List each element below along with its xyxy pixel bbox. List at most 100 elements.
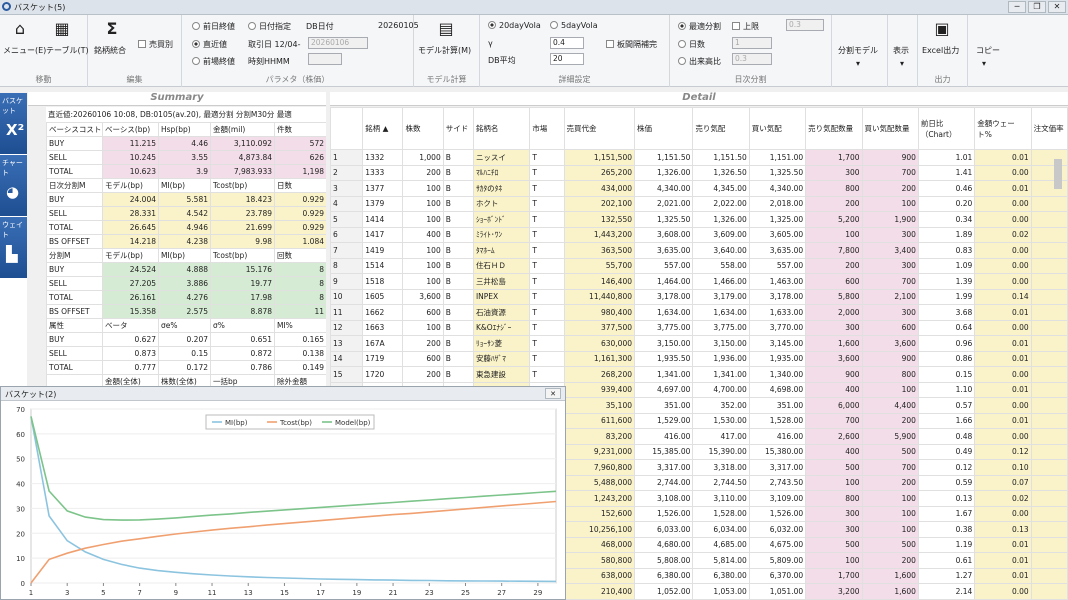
summary-row[interactable]: TOTAL 26.161 4.276 17.98 8 [46,290,326,305]
table-row[interactable]: 6 1417 400 B ﾐﾗｲﾄ･ﾜﾝ T 1,443,200 3,608.00 3,609.… [330,226,1068,243]
table-row[interactable]: 14 1719 600 B 安藤ﾊｻﾞﾏ T 1,161,300 1,935.50 1,936.… [330,350,1068,367]
table-cell: 4,700.00 [692,381,750,398]
column-header[interactable]: 売り気配数量 [805,107,863,150]
column-header[interactable]: 株価 [633,107,694,150]
board-checkbox[interactable]: 板間隔補完 [606,39,657,50]
table-row[interactable]: 13 167A 200 B ﾘｮｰｻﾝ菱 T 630,000 3,150.00 3,150.00… [330,335,1068,352]
dbavg-select[interactable]: 20 [550,53,584,65]
table-cell: 0.01 [974,180,1032,197]
summary-cell: 0.207 [158,332,211,347]
table-row[interactable]: 5 1414 100 B ｼｮｰﾎﾞﾝﾄﾞ T 132,550 1,325.50 1,326.0… [330,211,1068,228]
upper-input[interactable]: 0.3 [786,19,824,31]
optimal-radio[interactable]: 最適分割 [678,21,721,32]
model-calc-button[interactable]: モデル計算(M) [418,45,471,56]
prev-open-radio[interactable]: 前場終値 [192,56,235,67]
table-cell: 1,600 [861,583,919,600]
merge-button[interactable]: 銘柄統合 [94,45,126,56]
column-header[interactable]: 売り気配 [692,107,750,150]
table-row[interactable]: 10 1605 3,600 B INPEX T 11,440,800 3,178.00 3,17… [330,288,1068,305]
table-cell: 202,100 [563,195,636,212]
table-cell: 1.67 [917,505,976,522]
days-input[interactable]: 1 [732,37,772,49]
column-header[interactable]: 市場 [529,107,565,150]
column-header[interactable]: 銘柄 ▲ [362,107,404,150]
prev-close-radio[interactable]: 前日終値 [192,21,235,32]
column-header[interactable]: サイド [442,107,474,150]
table-cell: 0.00 [974,428,1032,445]
table-row[interactable]: 7 1419 100 B ﾀﾏﾎｰﾑ T 363,500 3,635.00 3,640.00 3,… [330,242,1068,259]
summary-row[interactable]: BUY 0.627 0.207 0.651 0.165 [46,332,326,347]
table-row[interactable]: 8 1514 100 B 住石ＨＤ T 55,700 557.00 558.00 557.00 20… [330,257,1068,274]
table-row[interactable]: 3 1377 100 B ｻｶﾀのﾀﾈ T 434,000 4,340.00 4,345.00 4… [330,180,1068,197]
copy-button[interactable]: コピー [976,45,1000,56]
summary-cell: 0.929 [274,206,326,221]
table-row[interactable]: 2 1333 200 B ﾏﾙﾊﾆﾁﾛ T 265,200 1,326.00 1,326.50 1… [330,164,1068,181]
days-radio[interactable]: 日数 [678,39,705,50]
table-cell: 146,400 [563,273,636,290]
column-header[interactable]: 銘柄名 [472,107,531,150]
short-checkbox[interactable]: 売買別 [138,39,173,50]
summary-row[interactable]: BUY 11.215 4.46 3,110.092 572 [46,136,326,151]
nav-basket[interactable]: バスケット X² [0,93,27,155]
gamma-input[interactable]: 0.4 [550,37,584,49]
column-header[interactable] [330,107,364,150]
detail-scrollbar-thumb[interactable] [1054,159,1062,189]
column-header[interactable]: 買い気配数量 [861,107,919,150]
excel-button[interactable]: Excel出力 [922,45,959,56]
fetch-date-select[interactable]: 20260106 [308,37,368,49]
column-header[interactable]: 金額ウェート% [974,107,1032,150]
table-cell: 1414 [362,211,404,228]
summary-row[interactable]: BS OFFSET 14.218 4.238 9.98 1.084 [46,234,326,249]
summary-header-cell: 回数 [274,248,326,263]
summary-row[interactable]: BUY 24.004 5.581 18.423 0.929 [46,192,326,207]
close-button[interactable]: ✕ [1048,1,1066,13]
recent-radio[interactable]: 直近値 [192,39,227,50]
summary-row[interactable]: TOTAL 26.645 4.946 21.699 0.929 [46,220,326,235]
table-cell: T [529,319,565,336]
table-cell: 0.00 [974,505,1032,522]
popup-close-button[interactable]: ✕ [545,388,561,399]
minimize-button[interactable]: ─ [1008,1,1026,13]
summary-row[interactable]: SELL 27.205 3.886 19.77 8 [46,276,326,291]
table-row[interactable]: 4 1379 100 B ホクト T 202,100 2,021.00 2,022.00 2,01… [330,195,1068,212]
table-cell [1030,273,1068,290]
menu-button[interactable]: メニュー(E) [3,45,46,56]
table-cell [1030,428,1068,445]
nav-weight[interactable]: ウェイト ▙ [0,217,27,279]
volratio-input[interactable]: 0.3 [732,53,772,65]
nav-chart[interactable]: チャート ◕ [0,155,27,217]
table-cell: 3,200 [805,583,863,600]
table-cell: 1,151.00 [748,149,807,166]
table-button[interactable]: テーブル(T) [46,45,89,56]
row-number: 4 [330,195,364,212]
summary-cell: 11.215 [102,136,159,151]
date-spec-radio[interactable]: 日付指定 [248,21,291,32]
summary-row[interactable]: TOTAL 0.777 0.172 0.786 0.149 [46,360,326,375]
table-row[interactable]: 9 1518 100 B 三井松島 T 146,400 1,464.00 1,466.00 1,4… [330,273,1068,290]
summary-row[interactable]: BUY 24.524 4.888 15.176 8 [46,262,326,277]
summary-row[interactable]: SELL 28.331 4.542 23.789 0.929 [46,206,326,221]
summary-row[interactable]: SELL 10.245 3.55 4,873.84 626 [46,150,326,165]
table-cell: 1419 [362,242,404,259]
column-header[interactable]: 前日比（Chart） [917,107,976,150]
table-row[interactable]: 1 1332 1,000 B ニッスイ T 1,151,500 1,151.50 1,151.5… [330,149,1068,166]
show-button[interactable]: 表示 [893,45,909,56]
split-model-button[interactable]: 分割モデル [838,45,878,56]
upper-checkbox[interactable]: 上限 [732,21,759,32]
column-header[interactable]: 買い気配 [748,107,807,150]
summary-row[interactable]: TOTAL 10.623 3.9 7,983.933 1,198 [46,164,326,179]
summary-row[interactable]: BS OFFSET 15.358 2.575 8.878 11 [46,304,326,319]
table-row[interactable]: 12 1663 100 B K&Oｴﾅｼﾞｰ T 377,500 3,775.00 3,775.… [330,319,1068,336]
column-header[interactable]: 株数 [402,107,444,150]
column-header[interactable]: 売買代金 [563,107,636,150]
table-row[interactable]: 15 1720 200 B 東急建設 T 268,200 1,341.00 1,341.00 1,… [330,366,1068,383]
summary-row[interactable]: SELL 0.873 0.15 0.872 0.138 [46,346,326,361]
time-input[interactable] [308,53,342,65]
vola20-radio[interactable]: 20dayVola [488,21,541,30]
vola5-radio[interactable]: 5dayVola [550,21,598,30]
volratio-radio[interactable]: 出来高比 [678,56,721,67]
column-header[interactable]: 注文価率 [1030,107,1068,150]
restore-button[interactable]: ❐ [1028,1,1046,13]
table-cell: 1332 [362,149,404,166]
table-row[interactable]: 11 1662 600 B 石油資源 T 980,400 1,634.00 1,634.00 1,… [330,304,1068,321]
